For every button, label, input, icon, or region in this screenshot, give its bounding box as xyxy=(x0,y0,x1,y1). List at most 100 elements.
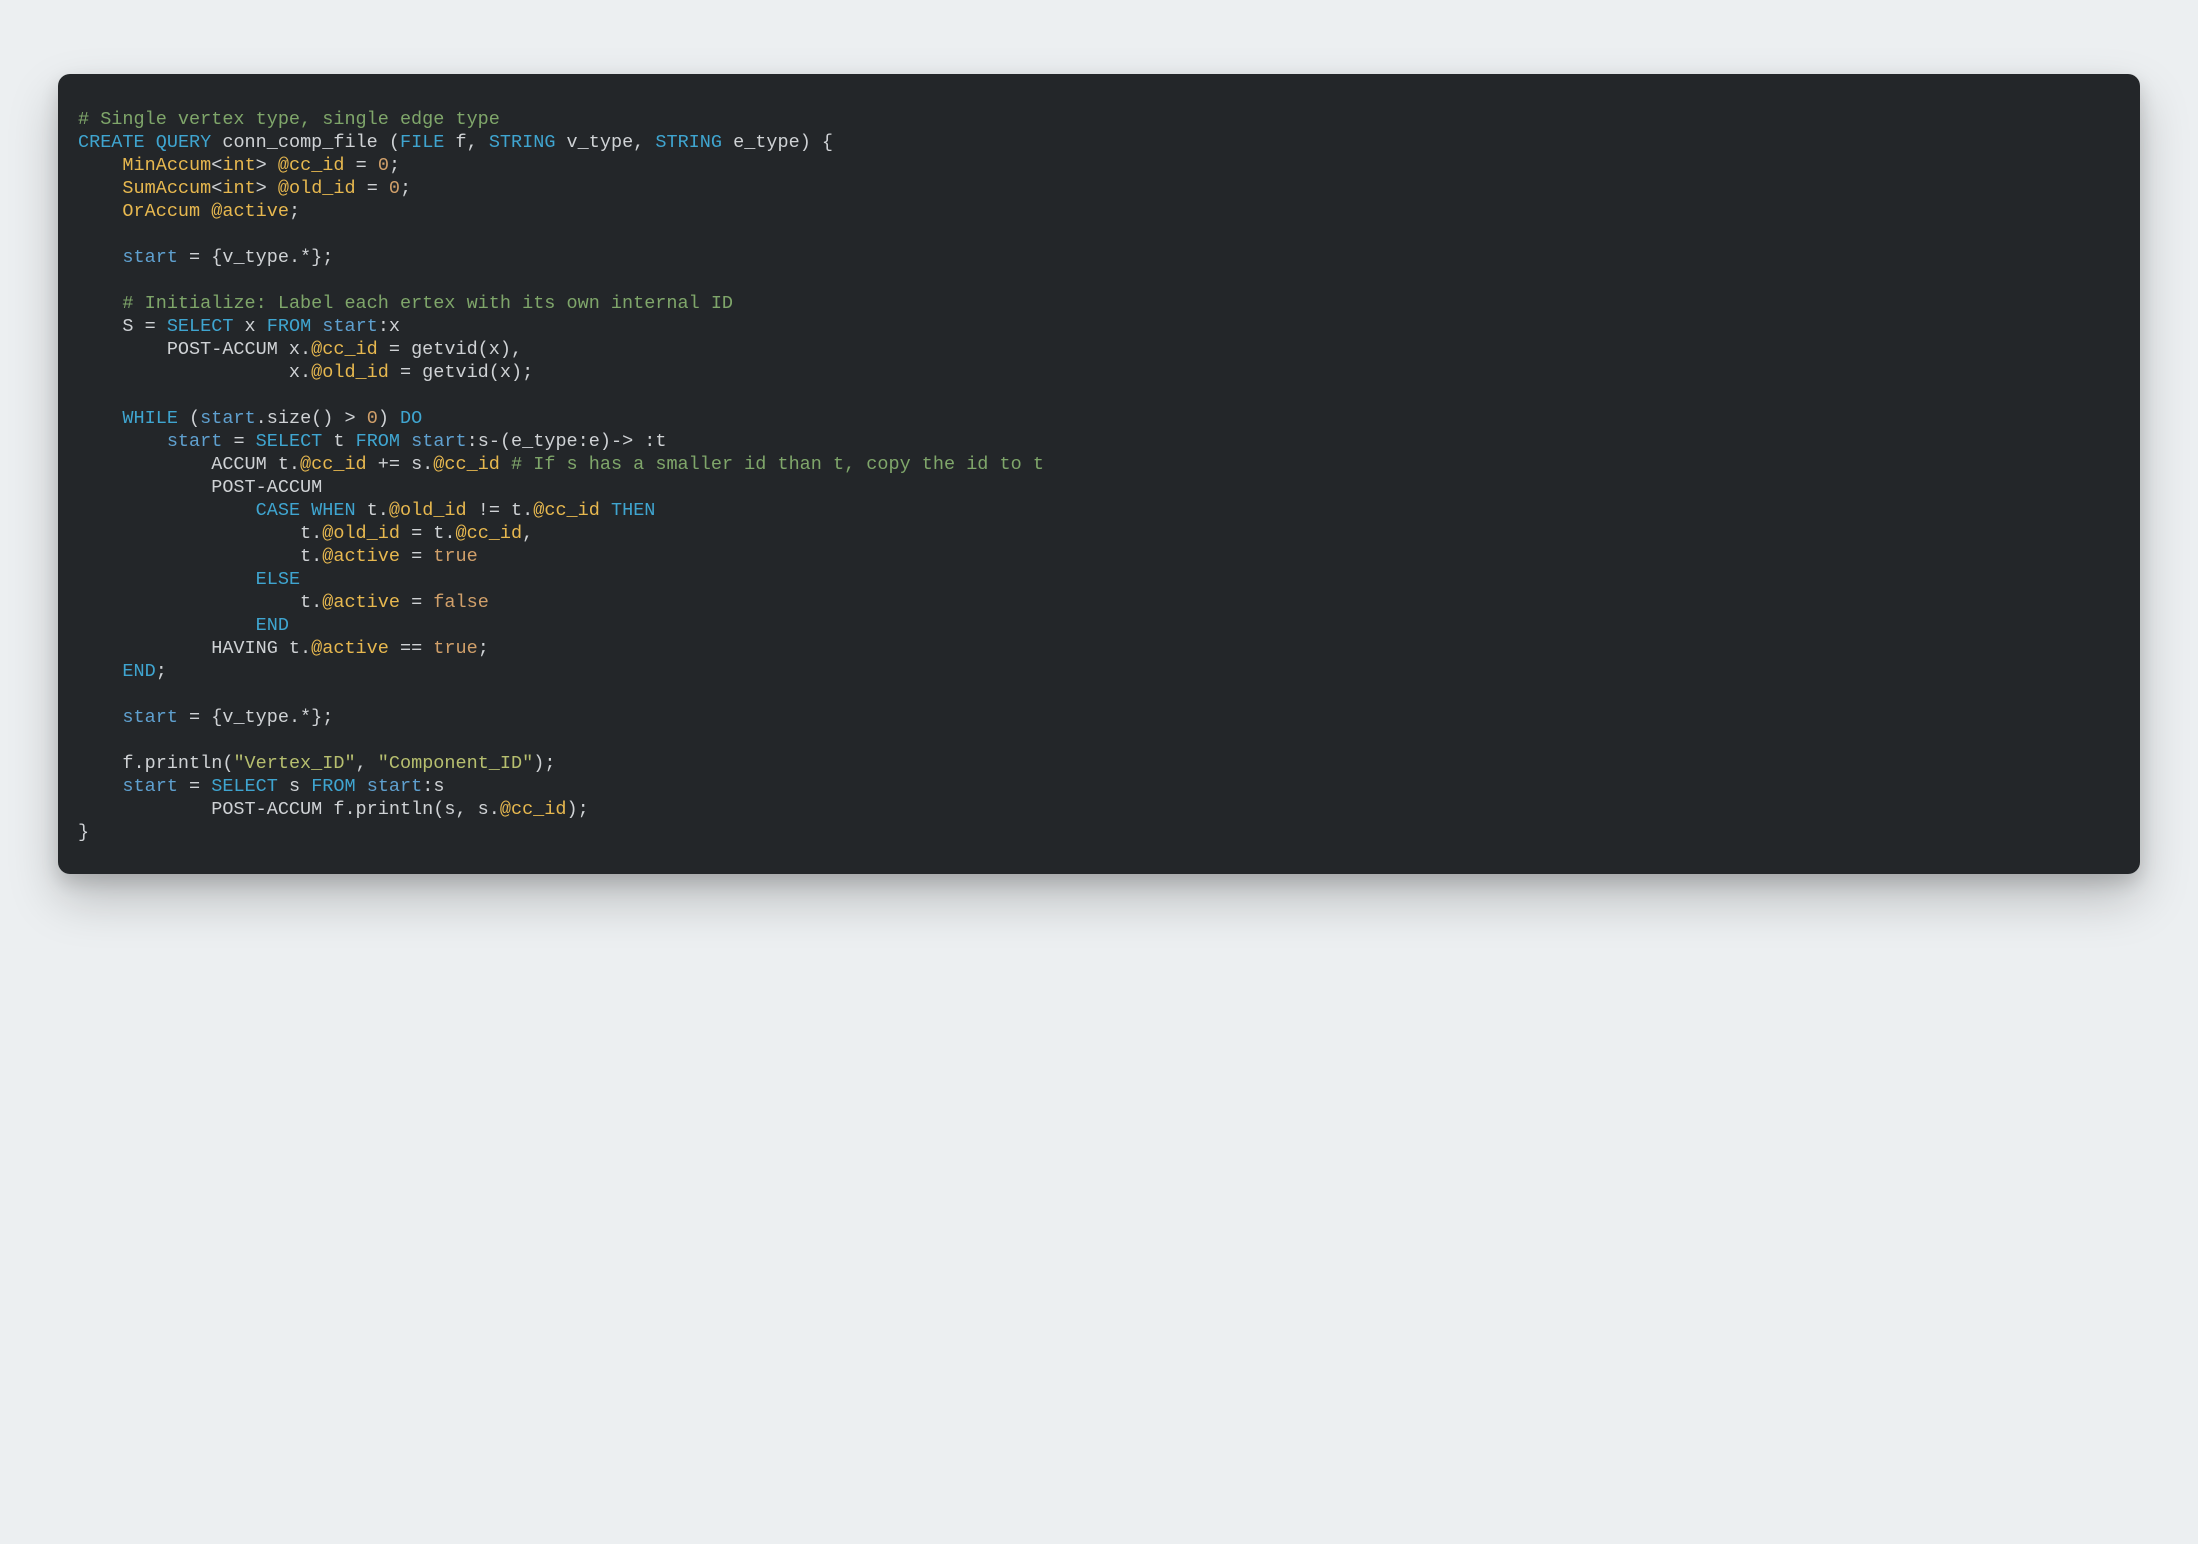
code-token: @old_id xyxy=(311,362,389,383)
code-content: # Single vertex type, single edge type C… xyxy=(78,108,2120,844)
code-token: s xyxy=(278,776,311,797)
code-token: @cc_id xyxy=(533,500,600,521)
code-token: start xyxy=(122,247,178,268)
code-token: @cc_id xyxy=(500,799,567,820)
code-token: THEN xyxy=(611,500,655,521)
code-token: = t. xyxy=(400,523,456,544)
code-token: start xyxy=(200,408,256,429)
page: # Single vertex type, single edge type C… xyxy=(0,0,2198,1544)
code-token: :s-(e_type:e)-> :t xyxy=(467,431,667,452)
code-token xyxy=(600,500,611,521)
code-token: f, xyxy=(444,132,488,153)
code-token: END xyxy=(256,615,289,636)
code-token xyxy=(78,293,122,314)
code-token: SumAccum xyxy=(122,178,211,199)
code-token: @old_id xyxy=(322,523,400,544)
code-token xyxy=(78,569,256,590)
code-token xyxy=(78,615,256,636)
code-token: # Initialize: Label each ertex with its … xyxy=(122,293,733,314)
code-token: x. xyxy=(78,362,311,383)
code-token: true xyxy=(433,638,477,659)
code-token: @active xyxy=(322,592,400,613)
code-token: @old_id xyxy=(389,500,467,521)
code-token: start xyxy=(122,776,178,797)
code-token: "Vertex_ID" xyxy=(233,753,355,774)
code-token xyxy=(500,454,511,475)
code-token: = xyxy=(356,178,389,199)
code-token: END xyxy=(122,661,155,682)
code-token: :x xyxy=(378,316,400,337)
code-token: @active xyxy=(211,201,289,222)
code-token: ELSE xyxy=(256,569,300,590)
code-token: ); xyxy=(567,799,589,820)
code-token xyxy=(78,431,167,452)
code-token: .size() > xyxy=(256,408,367,429)
code-token: ; xyxy=(389,155,400,176)
code-token: += s. xyxy=(367,454,434,475)
code-token: @active xyxy=(322,546,400,567)
code-token: start xyxy=(411,431,467,452)
code-token: t. xyxy=(78,546,322,567)
code-token: } xyxy=(78,822,89,843)
code-token: != t. xyxy=(467,500,534,521)
code-token: POST-ACCUM xyxy=(78,477,322,498)
code-token: STRING xyxy=(655,132,722,153)
code-token: # Single vertex type, single edge type xyxy=(78,109,500,130)
code-token: f.println( xyxy=(78,753,233,774)
code-token: ) xyxy=(378,408,400,429)
code-token: ACCUM t. xyxy=(78,454,300,475)
code-token: ; xyxy=(156,661,167,682)
code-token: FROM xyxy=(356,431,400,452)
code-token: > xyxy=(256,155,278,176)
code-token: ); xyxy=(533,753,555,774)
code-token xyxy=(78,408,122,429)
code-token: < xyxy=(211,155,222,176)
code-token: STRING xyxy=(489,132,556,153)
code-token: @cc_id xyxy=(311,339,378,360)
code-token: start xyxy=(322,316,378,337)
code-block[interactable]: # Single vertex type, single edge type C… xyxy=(58,74,2140,874)
code-token: = xyxy=(345,155,378,176)
code-token: > xyxy=(256,178,278,199)
code-token: t xyxy=(322,431,355,452)
code-token xyxy=(78,201,122,222)
code-token: MinAccum xyxy=(122,155,211,176)
code-token: 0 xyxy=(367,408,378,429)
code-token: WHEN xyxy=(311,500,355,521)
code-token: e_type) { xyxy=(722,132,833,153)
code-token: @cc_id xyxy=(433,454,500,475)
code-token: = {v_type.*}; xyxy=(178,247,333,268)
code-token: false xyxy=(433,592,489,613)
code-token: # If s has a smaller id than t, copy the… xyxy=(511,454,1044,475)
code-token: t. xyxy=(78,592,322,613)
code-token: ; xyxy=(400,178,411,199)
code-token: CASE xyxy=(256,500,300,521)
code-token: ; xyxy=(478,638,489,659)
code-token: :s xyxy=(422,776,444,797)
code-token: = xyxy=(222,431,255,452)
code-token xyxy=(356,776,367,797)
code-token: ; xyxy=(289,201,300,222)
code-token: start xyxy=(167,431,223,452)
code-token: QUERY xyxy=(156,132,212,153)
code-token: SELECT xyxy=(256,431,323,452)
code-token: FROM xyxy=(267,316,311,337)
code-token: t. xyxy=(356,500,389,521)
code-token xyxy=(78,707,122,728)
code-token: v_type, xyxy=(555,132,655,153)
code-token xyxy=(78,661,122,682)
code-token xyxy=(400,431,411,452)
code-token: < xyxy=(211,178,222,199)
code-token xyxy=(145,132,156,153)
code-token: int xyxy=(222,178,255,199)
code-token xyxy=(311,316,322,337)
code-token: x xyxy=(233,316,266,337)
code-token: start xyxy=(122,707,178,728)
code-token: = getvid(x); xyxy=(389,362,533,383)
code-token: POST-ACCUM f.println(s, s. xyxy=(78,799,500,820)
code-token: = xyxy=(178,776,211,797)
code-token: FROM xyxy=(311,776,355,797)
code-token: DO xyxy=(400,408,422,429)
code-token: POST-ACCUM x. xyxy=(78,339,311,360)
code-token: HAVING t. xyxy=(78,638,311,659)
